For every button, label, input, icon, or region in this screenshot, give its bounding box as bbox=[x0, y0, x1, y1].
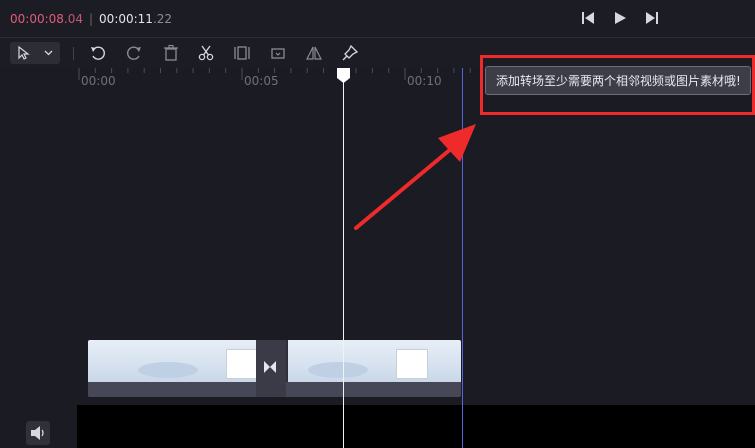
annotation-highlight-box bbox=[480, 55, 755, 115]
